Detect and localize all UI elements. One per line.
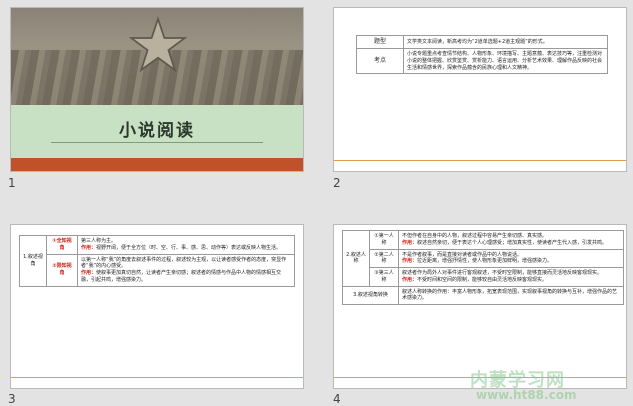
table-row: 考点 小说专题重点考查情节结构、人物形象、环境描写、主题意蕴、表达技巧等，注重检… bbox=[356, 48, 608, 75]
effect-label: 作用： bbox=[402, 239, 418, 246]
table-row: 1.叙述视角 ①全知视角 第三人称为主。 作用：视野开阔，便于全方位（时、空、行… bbox=[19, 235, 295, 287]
effect-text: 拉近距离，增强抒情性，使人物形象更加鲜明，增强感染力。 bbox=[417, 258, 553, 265]
group-label: 3.叙述视角转换 bbox=[342, 285, 399, 305]
row-text: 以第一人称“我”的角度去叙述事件的过程，叙述较为主观，以让读者感受作者的态度，突… bbox=[77, 253, 295, 287]
monument-photo bbox=[11, 8, 303, 105]
slide-number: 2 bbox=[333, 176, 341, 190]
footer-line bbox=[334, 160, 626, 161]
row-head: 叙述者作为局外人对事件进行客观叙述，不受时空限制，能够直接而灵活地反映客观现实。 bbox=[402, 270, 603, 276]
effect-label: 作用： bbox=[81, 244, 97, 251]
footer-bar bbox=[11, 158, 303, 171]
sub-label: ③第三人称 bbox=[369, 267, 399, 287]
row-label: 题型 bbox=[356, 34, 404, 50]
effect-label: 作用： bbox=[81, 270, 97, 276]
slide-thumbnail-4[interactable]: 2.叙述人称 ①第一人称 不但作者在自身中的人物，叙述过程中容易产生亲切感、真实… bbox=[333, 224, 627, 389]
effect-text: 使叙事更加真切自然，让读者产生亲切感；叙述者的情感与作品中人物的情感相互交融，引… bbox=[81, 270, 282, 283]
sub-label: ①第一人称 bbox=[369, 230, 399, 250]
slide-thumbnail-1[interactable]: 小说阅读 bbox=[10, 7, 304, 172]
slide-number: 1 bbox=[8, 176, 16, 190]
content-table: 题型 文学类文本阅读，新高考均为“2道单选题+2道主观题”的形式。 考点 小说专… bbox=[356, 34, 608, 75]
table-row: ②限知视角 以第一人称“我”的角度去叙述事件的过程，叙述较为主观，以让读者感受作… bbox=[20, 253, 295, 287]
row-text: 小说专题重点考查情节结构、人物形象、环境描写、主题意蕴、表达技巧等，注重检测对小… bbox=[403, 48, 608, 75]
table-row: 题型 文学类文本阅读，新高考均为“2道单选题+2道主观题”的形式。 bbox=[356, 34, 608, 50]
star-emblem-icon bbox=[129, 16, 187, 73]
row-text: 叙述者作为局外人对事件进行客观叙述，不受时空限制，能够直接而灵活地反映客观现实。… bbox=[398, 267, 624, 287]
watermark-url: www.ht88.com bbox=[476, 388, 577, 402]
row-text: 不是作者叙事，而是直接对读者或作品中的人物说话。 作用：拉近距离，增强抒情性，使… bbox=[398, 248, 624, 268]
sub-label: ②第二人称 bbox=[369, 248, 399, 268]
slide-thumbnail-2[interactable]: 题型 文学类文本阅读，新高考均为“2道单选题+2道主观题”的形式。 考点 小说专… bbox=[333, 7, 627, 172]
effect-label: 作用： bbox=[402, 258, 418, 265]
sub-label: ①全知视角 bbox=[46, 235, 78, 255]
group-label: 1.叙述视角 bbox=[19, 235, 47, 287]
sub-label: ②限知视角 bbox=[46, 253, 78, 287]
table-row: ③第三人称 叙述者作为局外人对事件进行客观叙述，不受时空限制，能够直接而灵活地反… bbox=[343, 267, 624, 287]
table-row: 3.叙述视角转换 叙述人称转换的作用：丰富人物形象，拓宽表现范围，实现叙事视角的… bbox=[342, 285, 624, 305]
row-text: 文学类文本阅读，新高考均为“2道单选题+2道主观题”的形式。 bbox=[403, 34, 608, 50]
slide-number: 3 bbox=[8, 392, 16, 406]
table-row: ②第二人称 不是作者叙事，而是直接对读者或作品中的人物说话。 作用：拉近距离，增… bbox=[343, 248, 624, 268]
row-label: 考点 bbox=[356, 48, 404, 75]
effect-label: 作用： bbox=[402, 276, 418, 283]
row-text: 第三人称为主。 作用：视野开阔，便于全方位（时、空、行、事、感、思、动作等）表达… bbox=[77, 235, 295, 255]
footer-line bbox=[11, 377, 303, 378]
slide-thumbnail-3[interactable]: 1.叙述视角 ①全知视角 第三人称为主。 作用：视野开阔，便于全方位（时、空、行… bbox=[10, 224, 304, 389]
effect-text: 叙述自然亲切，便于表达个人心理感受；增加真实性，使读者产生代入感，引发共鸣。 bbox=[417, 239, 608, 246]
row-text: 不但作者在自身中的人物，叙述过程中容易产生亲切感、真实感。 作用：叙述自然亲切，… bbox=[398, 230, 624, 250]
row-head: 不但作者在自身中的人物，叙述过程中容易产生亲切感、真实感。 bbox=[402, 233, 548, 239]
row-head: 第三人称为主。 bbox=[81, 238, 117, 244]
slide-number: 4 bbox=[333, 392, 341, 406]
row-head: 以第一人称“我”的角度去叙述事件的过程，叙述较为主观，以让读者感受作者的态度，突… bbox=[81, 256, 287, 270]
title-underline bbox=[51, 142, 263, 143]
group-label: 2.叙述人称 bbox=[342, 230, 370, 287]
slide-title: 小说阅读 bbox=[119, 121, 195, 141]
content-table: 1.叙述视角 ①全知视角 第三人称为主。 作用：视野开阔，便于全方位（时、空、行… bbox=[19, 235, 295, 287]
effect-text: 视野开阔，便于全方位（时、空、行、事、感、思、动作等）表达或反映人物生活。 bbox=[96, 244, 282, 251]
row-text: 叙述人称转换的作用：丰富人物形象，拓宽表现范围，实现叙事视角的转换与互补，增强作… bbox=[398, 285, 624, 305]
effect-text: 不受时间和空间的限制，能够较自由灵活地反映客观现实。 bbox=[417, 276, 548, 283]
table-row: 2.叙述人称 ①第一人称 不但作者在自身中的人物，叙述过程中容易产生亲切感、真实… bbox=[342, 230, 624, 287]
content-table: 2.叙述人称 ①第一人称 不但作者在自身中的人物，叙述过程中容易产生亲切感、真实… bbox=[342, 230, 624, 305]
